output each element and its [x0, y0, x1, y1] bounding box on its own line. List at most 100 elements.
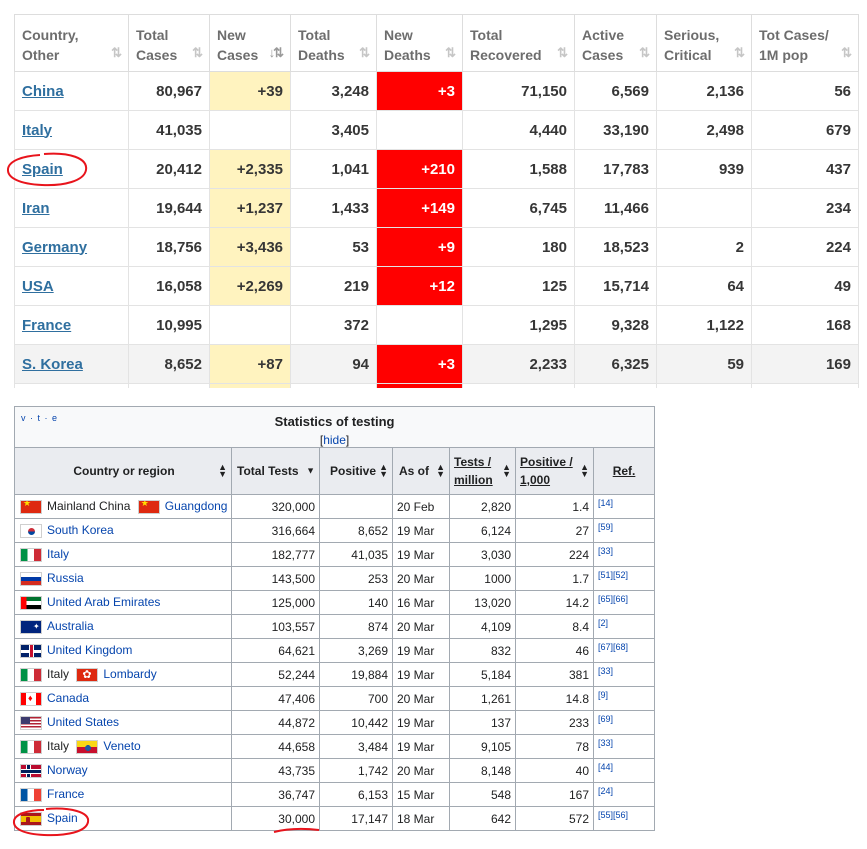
- reference-link[interactable]: [51][52]: [598, 570, 628, 580]
- reference-link[interactable]: [55][56]: [598, 810, 628, 820]
- country-cell[interactable]: Germany: [14, 227, 129, 267]
- sort-icon[interactable]: ⇅: [639, 43, 650, 63]
- country-link[interactable]: USA: [22, 278, 54, 295]
- total-deaths-cell: 219: [290, 266, 377, 306]
- active-cell: 9,328: [574, 305, 657, 345]
- header-col-3[interactable]: Total Deaths ⇅: [290, 14, 377, 72]
- hide-link[interactable]: hide: [323, 433, 346, 447]
- sort-icon[interactable]: ↓⇅: [269, 43, 284, 63]
- new-cases-cell: [209, 305, 291, 345]
- country-cell[interactable]: USA: [14, 266, 129, 306]
- tests-per-million-cell: 1000: [449, 566, 516, 591]
- positive-cell: 700: [319, 686, 393, 711]
- header-col-6[interactable]: Active Cases ⇅: [574, 14, 657, 72]
- tests-per-million-cell: 13,020: [449, 590, 516, 615]
- header-total-tests[interactable]: Total Tests ▼: [231, 447, 320, 495]
- sort-icon[interactable]: ⇅: [445, 43, 456, 63]
- reference-link[interactable]: [14]: [598, 498, 613, 508]
- country-link[interactable]: Iran: [22, 200, 50, 217]
- region-link[interactable]: Veneto: [103, 739, 140, 753]
- country-cell[interactable]: S. Korea: [14, 344, 129, 384]
- header-col-5[interactable]: Total Recovered ⇅: [462, 14, 575, 72]
- header-col-7[interactable]: Serious, Critical ⇅: [656, 14, 752, 72]
- header-tests-per-million[interactable]: Tests / million ▲ ▼: [449, 447, 516, 495]
- country-link[interactable]: Italy: [47, 547, 69, 561]
- header-col-2[interactable]: New Cases ↓⇅: [209, 14, 291, 72]
- reference-link[interactable]: [9]: [598, 690, 608, 700]
- positive-cell: 8,652: [319, 518, 393, 543]
- country-link[interactable]: United Arab Emirates: [47, 595, 160, 609]
- reference-link[interactable]: [44]: [598, 762, 613, 772]
- reference-link[interactable]: [33]: [598, 738, 613, 748]
- as-of-cell: 20 Mar: [392, 566, 450, 591]
- sort-icon[interactable]: ⇅: [111, 43, 122, 63]
- sort-icon[interactable]: ⇅: [557, 43, 568, 63]
- as-of-cell: 19 Mar: [392, 638, 450, 663]
- total-cases-cell: 10,995: [128, 305, 210, 345]
- reference-link[interactable]: [33]: [598, 546, 613, 556]
- header-positive-per-1000[interactable]: Positive / 1,000 ▲ ▼: [515, 447, 594, 495]
- country-link[interactable]: United Kingdom: [47, 643, 132, 657]
- sort-icon[interactable]: ⇅: [359, 43, 370, 63]
- partial-cell: [209, 383, 291, 388]
- testing-table-header: Country or region ▲ ▼ Total Tests ▼ Positiv…: [14, 447, 656, 495]
- header-col-1[interactable]: Total Cases ⇅: [128, 14, 210, 72]
- header-positive[interactable]: Positive ▲ ▼: [319, 447, 393, 495]
- country-link[interactable]: Spain: [47, 811, 78, 825]
- per-million-cell: 49: [751, 266, 859, 306]
- country-link[interactable]: United States: [47, 715, 119, 729]
- new-deaths-cell: [376, 305, 463, 345]
- header-col-8[interactable]: Tot Cases/ 1M pop ⇅: [751, 14, 859, 72]
- reference-link[interactable]: [59]: [598, 522, 613, 532]
- reference-link[interactable]: [65][66]: [598, 594, 628, 604]
- reference-link[interactable]: [33]: [598, 666, 613, 676]
- hide-toggle[interactable]: [hide]: [15, 433, 654, 447]
- country-cell[interactable]: Italy: [14, 110, 129, 150]
- per-million-cell: 168: [751, 305, 859, 345]
- tests-per-million-cell: 9,105: [449, 734, 516, 759]
- country-link[interactable]: Canada: [47, 691, 89, 705]
- country-or-region-cell: Australia: [14, 614, 232, 639]
- flag-icon: [20, 571, 42, 586]
- header-col-4[interactable]: New Deaths ⇅: [376, 14, 463, 72]
- country-or-region-cell: Canada: [14, 686, 232, 711]
- reference-link[interactable]: [69]: [598, 714, 613, 724]
- country-cell[interactable]: Spain: [14, 149, 129, 189]
- reference-link[interactable]: [67][68]: [598, 642, 628, 652]
- testing-row: United Kingdom 64,621 3,269 19 Mar 832 46 [67]…: [14, 638, 656, 663]
- country-link[interactable]: S. Korea: [22, 356, 83, 373]
- ref-cell: [55][56]: [592, 806, 656, 831]
- country-link[interactable]: Spain: [22, 161, 63, 178]
- country-link[interactable]: Germany: [22, 239, 87, 256]
- positive-per-1000-cell: 27: [515, 518, 594, 543]
- header-ref[interactable]: Ref.: [592, 447, 656, 495]
- sort-icon[interactable]: ⇅: [734, 43, 745, 63]
- country-link[interactable]: Italy: [22, 122, 52, 139]
- country-cell[interactable]: France: [14, 305, 129, 345]
- country-link[interactable]: South Korea: [47, 523, 114, 537]
- country-link[interactable]: France: [47, 787, 84, 801]
- sort-icon[interactable]: ⇅: [192, 43, 203, 63]
- table-row-partial: [14, 383, 859, 388]
- header-as-of[interactable]: As of ▲ ▼: [392, 447, 450, 495]
- region-link[interactable]: Lombardy: [103, 667, 156, 681]
- country-cell[interactable]: China: [14, 71, 129, 111]
- header-col-0[interactable]: Country, Other ⇅: [14, 14, 129, 72]
- reference-link[interactable]: [2]: [598, 618, 608, 628]
- navbox-vte-links[interactable]: v · t · e: [21, 413, 58, 423]
- total-tests-cell: 36,747: [231, 782, 320, 807]
- sort-icon[interactable]: ⇅: [841, 43, 852, 63]
- ref-cell: [24]: [592, 782, 656, 807]
- testing-row: United Arab Emirates 125,000 140 16 Mar 13,0…: [14, 590, 656, 615]
- country-link[interactable]: Russia: [47, 571, 84, 585]
- country-cell[interactable]: Iran: [14, 188, 129, 228]
- per-million-cell: 56: [751, 71, 859, 111]
- reference-link[interactable]: [24]: [598, 786, 613, 796]
- header-country-or-region[interactable]: Country or region ▲ ▼: [14, 447, 232, 495]
- ref-cell: [9]: [592, 686, 656, 711]
- country-link[interactable]: Norway: [47, 763, 88, 777]
- country-link[interactable]: Australia: [47, 619, 94, 633]
- country-link[interactable]: China: [22, 83, 64, 100]
- country-link[interactable]: France: [22, 317, 71, 334]
- region-link[interactable]: Guangdong: [165, 499, 228, 513]
